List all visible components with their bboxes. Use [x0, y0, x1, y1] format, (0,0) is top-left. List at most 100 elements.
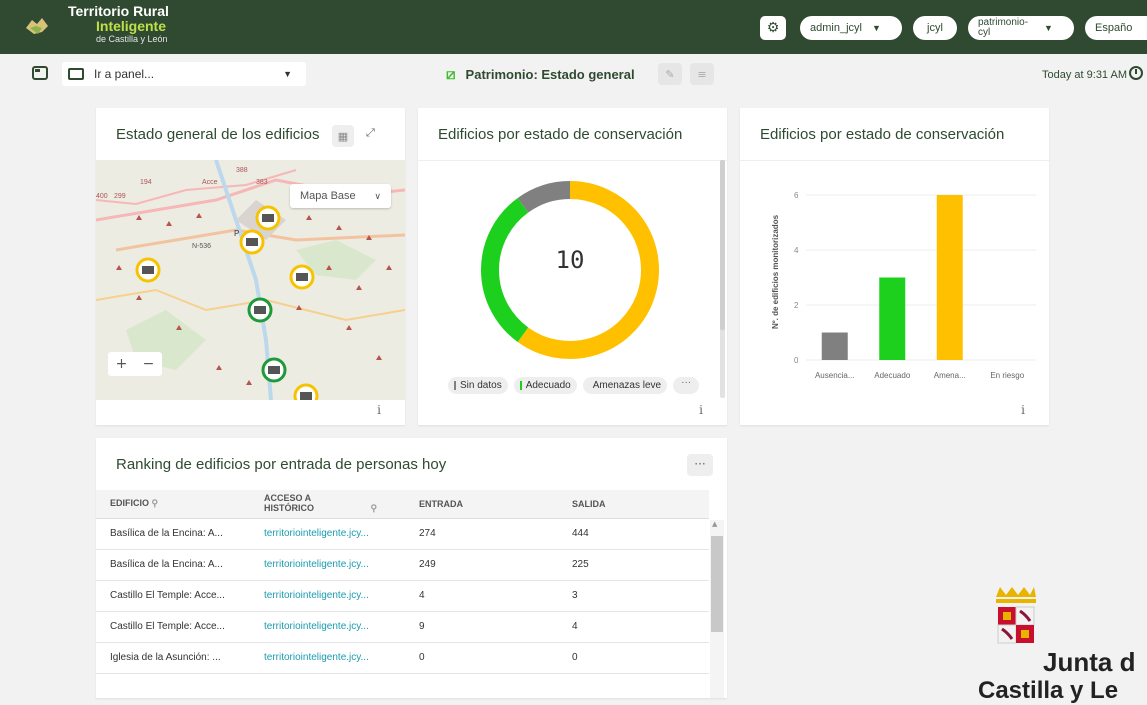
ranking-card: Ranking de edificios por entrada de pers…: [96, 438, 727, 698]
cell-exits: 0: [558, 642, 709, 674]
map-place-label: N-536: [192, 243, 211, 250]
scrollbar-thumb[interactable]: [720, 160, 725, 330]
bar-0[interactable]: [821, 332, 848, 361]
settings-gear-icon[interactable]: ⚙: [760, 16, 786, 40]
table-scrollbar[interactable]: ▲: [710, 520, 724, 698]
map-marker-yellow[interactable]: [289, 264, 315, 290]
brand-logo-icon: [26, 18, 48, 34]
map-place-label: P: [234, 229, 239, 238]
map-road-label: 400: [96, 193, 108, 200]
cell-exits: 444: [558, 518, 709, 550]
y-tick-label: 0: [794, 356, 799, 365]
cell-building: Basílica de la Encina: A...: [96, 518, 250, 550]
bar-1[interactable]: [879, 277, 906, 361]
legend-item[interactable]: Amenazas leve: [582, 377, 668, 394]
map-marker-green[interactable]: [247, 297, 273, 323]
table-row[interactable]: Iglesia de la Asunción: ... territorioint…: [96, 642, 709, 674]
bar-2[interactable]: [936, 195, 963, 360]
table-row[interactable]: Basílica de la Encina: A... territorioint…: [96, 518, 709, 550]
panel-select[interactable]: Ir a panel... ▼: [62, 62, 306, 86]
page-title-text: Patrimonio: Estado general: [465, 67, 635, 82]
cell-entries: 9: [405, 611, 558, 643]
junta-logo: Junta d Castilla y Le: [960, 585, 1147, 704]
top-bar: Territorio Rural Inteligente de Castilla…: [0, 0, 1147, 54]
cell-history-link[interactable]: territoriointeligente.jcy...: [250, 580, 405, 612]
map-marker-yellow[interactable]: [135, 257, 161, 283]
user-name: admin_jcyl: [810, 22, 862, 34]
expand-icon[interactable]: ⤢: [366, 126, 375, 140]
legend-more-button[interactable]: ···: [673, 377, 700, 394]
cell-building: Basílica de la Encina: A...: [96, 549, 250, 581]
brand-name: Territorio Rural Inteligente de Castilla…: [68, 4, 169, 44]
legend-swatch: [519, 381, 522, 390]
cell-entries: 0: [405, 642, 558, 674]
cell-history-link[interactable]: territoriointeligente.jcy...: [250, 518, 405, 550]
page-title: ⧄ Patrimonio: Estado general: [446, 66, 635, 83]
scrollbar[interactable]: [720, 160, 725, 398]
tenant-menu-button[interactable]: patrimonio- cyl ▼: [968, 16, 1074, 40]
donut-legend: Sin datos Adecuado Amenazas leve ···: [448, 377, 700, 394]
cell-exits: 3: [558, 580, 709, 612]
clock-icon[interactable]: [1129, 66, 1143, 80]
cell-history-link[interactable]: territoriointeligente.jcy...: [250, 549, 405, 581]
info-icon[interactable]: i: [377, 403, 381, 417]
basemap-select[interactable]: Mapa Base ∨: [290, 184, 391, 208]
donut-slice-adecuado[interactable]: [481, 198, 529, 342]
donut-total: 10: [555, 246, 585, 274]
legend-item[interactable]: Sin datos: [448, 377, 508, 394]
panel-select-value: Ir a panel...: [94, 67, 155, 81]
filter-list-icon[interactable]: ≡: [690, 63, 714, 85]
info-icon[interactable]: i: [1021, 403, 1025, 417]
divider: [418, 160, 727, 161]
map-card: Estado general de los edificios ▦ ⤢ N-53…: [96, 108, 405, 425]
ranking-table: EDIFICIO ⚲ ACCESO A HISTÓRICO ⚲ ENTRADA …: [96, 490, 709, 674]
column-header[interactable]: EDIFICIO ⚲: [96, 490, 250, 519]
map-legend-icon[interactable]: ▦: [332, 125, 354, 147]
map-marker-yellow[interactable]: [239, 229, 265, 255]
search-icon[interactable]: ⚲: [152, 498, 159, 508]
basemap-select-value: Mapa Base: [300, 190, 356, 202]
donut-card-title: Edificios por estado de conservación: [438, 126, 683, 143]
chevron-down-icon: ▼: [871, 23, 881, 33]
cell-exits: 225: [558, 549, 709, 581]
tenant-line2: cyl: [978, 27, 991, 38]
cell-history-link[interactable]: territoriointeligente.jcy...: [250, 611, 405, 643]
edit-icon[interactable]: ✎: [658, 63, 682, 85]
map-marker-green[interactable]: [261, 357, 287, 383]
table-row[interactable]: Basílica de la Encina: A... territorioint…: [96, 549, 709, 581]
donut-slice-sin-datos[interactable]: [517, 181, 571, 213]
monitor-icon: [68, 68, 84, 80]
zoom-in-button[interactable]: +: [116, 356, 128, 372]
column-header[interactable]: SALIDA: [558, 490, 709, 519]
language-button[interactable]: Españo: [1085, 16, 1147, 40]
map-road-label: 383: [256, 179, 268, 186]
info-icon[interactable]: i: [699, 403, 703, 417]
sidebar-toggle-icon[interactable]: [32, 66, 48, 80]
zoom-out-button[interactable]: −: [143, 356, 155, 372]
ranking-menu-button[interactable]: ···: [687, 454, 713, 476]
cell-entries: 4: [405, 580, 558, 612]
column-header[interactable]: ENTRADA: [405, 490, 558, 519]
scroll-up-icon[interactable]: ▲: [712, 520, 717, 528]
y-tick-label: 4: [794, 246, 799, 255]
table-row[interactable]: Castillo El Temple: Acce... territorioint…: [96, 580, 709, 612]
map-road-label: Acce: [202, 179, 218, 186]
cell-exits: 4: [558, 611, 709, 643]
ranking-title: Ranking de edificios por entrada de pers…: [116, 456, 447, 473]
map-marker-yellow[interactable]: [293, 383, 319, 400]
search-icon[interactable]: ⚲: [371, 503, 378, 513]
legend-item[interactable]: Adecuado: [513, 377, 577, 394]
org-button[interactable]: jcyl: [913, 16, 957, 40]
bar-card: Edificios por estado de conservación 0 2 4…: [740, 108, 1049, 425]
map-marker-yellow[interactable]: [255, 205, 281, 231]
dashboard-icon: ⧄: [446, 66, 456, 83]
user-menu-button[interactable]: admin_jcyl ▼: [800, 16, 902, 40]
coat-of-arms-icon: [996, 587, 1036, 644]
column-header-label: EDIFICIO: [110, 498, 150, 509]
column-header[interactable]: ACCESO A HISTÓRICO ⚲: [250, 490, 405, 519]
scrollbar-thumb[interactable]: [711, 536, 723, 632]
table-row[interactable]: Castillo El Temple: Acce... territorioint…: [96, 611, 709, 643]
cell-history-link[interactable]: territoriointeligente.jcy...: [250, 642, 405, 674]
legend-label: Amenazas leve: [592, 380, 662, 391]
legend-label: Adecuado: [525, 380, 571, 391]
